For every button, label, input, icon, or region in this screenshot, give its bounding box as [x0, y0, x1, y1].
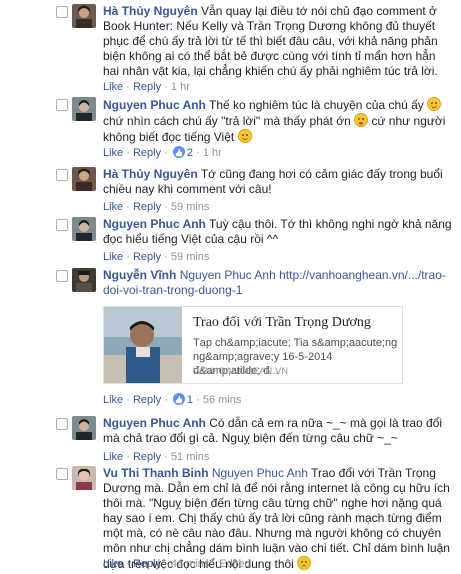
comment-timestamp[interactable]: 56 mins [203, 394, 242, 406]
comment-author[interactable]: Vu Thi Thanh Binh [103, 466, 209, 480]
avatar[interactable] [72, 416, 96, 440]
like-button[interactable]: Like [103, 558, 123, 570]
comment: Nguyen Phuc Anh Tuỳ cậu thôi. Tớ thì khô… [0, 217, 461, 263]
select-checkbox[interactable] [53, 466, 71, 480]
tagged-user[interactable]: Nguyen Phuc Anh [212, 466, 308, 480]
smile-emoji-icon [237, 129, 252, 143]
comment-timestamp[interactable]: 51 mins [171, 451, 210, 463]
comment-actions: Like · Reply · 59 mins [103, 201, 210, 213]
comment-author[interactable]: Nguyễn Vĩnh [103, 268, 176, 282]
reply-button[interactable]: Reply [133, 394, 161, 406]
avatar[interactable] [72, 4, 96, 28]
comment-timestamp[interactable]: 59 mins [171, 201, 210, 213]
like-button[interactable]: Like [103, 81, 123, 93]
comment-author[interactable]: Hà Thủy Nguyên [103, 4, 198, 18]
link-preview-image[interactable] [104, 307, 182, 383]
like-button[interactable]: Like [103, 251, 123, 263]
comment-text: Hà Thủy Nguyên Vẫn quay lại điều tớ nói … [103, 4, 453, 79]
edited-label[interactable]: Edited [219, 558, 250, 570]
comment-author[interactable]: Nguyen Phuc Anh [103, 98, 206, 112]
comment: Vu Thi Thanh Binh Nguyen Phuc Anh Trao đ… [0, 466, 461, 572]
like-count-icon[interactable] [172, 146, 185, 158]
select-checkbox[interactable] [53, 268, 71, 282]
comment: Hà Thủy Nguyên Tớ cũng đang hơi có cảm g… [0, 167, 461, 213]
comment-actions: Like · Reply · 1 · 56 mins [103, 393, 241, 407]
comment-body: Trao đổi với Trần Trọng Dương mà. Dẫn em… [103, 466, 450, 571]
like-button[interactable]: Like [103, 394, 123, 406]
like-button[interactable]: Like [103, 201, 123, 213]
tagged-user[interactable]: Nguyen Phuc Anh [180, 268, 276, 282]
comment-actions: Like · Reply · 44 mins · Edited [103, 558, 251, 570]
avatar[interactable] [72, 217, 96, 241]
comment-author[interactable]: Nguyen Phuc Anh [103, 416, 206, 430]
reply-button[interactable]: Reply [133, 451, 161, 463]
select-checkbox[interactable] [53, 416, 71, 430]
smile-emoji-icon [427, 97, 442, 111]
comment-actions: Like · Reply · 51 mins [103, 451, 210, 463]
select-checkbox[interactable] [53, 4, 71, 18]
comment-timestamp[interactable]: 1 hr [171, 81, 190, 93]
reply-button[interactable]: Reply [133, 201, 161, 213]
link-preview-card[interactable]: Trao đổi với Trần Trọng Dương Tạp ch&amp… [103, 306, 403, 384]
reply-button[interactable]: Reply [133, 251, 161, 263]
comment: Nguyễn Vĩnh Nguyen Phuc Anh http://vanho… [0, 268, 461, 408]
comment-actions: Like · Reply · 1 hr [103, 81, 190, 93]
avatar[interactable] [72, 466, 96, 490]
comment: Hà Thủy Nguyên Vẫn quay lại điều tớ nói … [0, 4, 461, 96]
comment-thread: Hà Thủy Nguyên Vẫn quay lại điều tớ nói … [0, 0, 461, 574]
select-checkbox[interactable] [53, 97, 71, 111]
comment-body: chứ nhìn cách chú ấy "trả lời" mà thấy p… [103, 114, 351, 128]
reply-button[interactable]: Reply [133, 147, 161, 159]
select-checkbox[interactable] [53, 217, 71, 231]
comment-text: Nguyễn Vĩnh Nguyen Phuc Anh http://vanho… [103, 268, 453, 298]
reply-button[interactable]: Reply [133, 81, 161, 93]
comment-author[interactable]: Hà Thủy Nguyên [103, 167, 198, 181]
tongue-emoji-icon [354, 113, 369, 127]
comment-text: Nguyen Phuc Anh Có dẫn cả em ra nữa ~_~ … [103, 416, 453, 446]
comment-text: Nguyen Phuc Anh Tuỳ cậu thôi. Tớ thì khô… [103, 217, 453, 247]
like-button[interactable]: Like [103, 451, 123, 463]
disappointed-emoji-icon [297, 556, 312, 570]
comment-text: Nguyen Phuc Anh Thế ko nghiêm túc là chu… [103, 97, 453, 145]
comment: Nguyen Phuc Anh Thế ko nghiêm túc là chu… [0, 97, 461, 161]
like-count[interactable]: 1 [187, 394, 193, 406]
like-count-icon[interactable] [172, 393, 185, 405]
like-count[interactable]: 2 [187, 147, 193, 159]
link-preview-title[interactable]: Trao đổi với Trần Trọng Dương [193, 315, 371, 331]
comment-author[interactable]: Nguyen Phuc Anh [103, 217, 206, 231]
select-checkbox[interactable] [53, 167, 71, 181]
like-button[interactable]: Like [103, 147, 123, 159]
comment-timestamp[interactable]: 59 mins [171, 251, 210, 263]
comment-body: Thế ko nghiêm túc là chuyện của chú ấy [209, 98, 424, 112]
comment-actions: Like · Reply · 59 mins [103, 251, 210, 263]
comment-timestamp[interactable]: 44 mins [171, 558, 210, 570]
comment-text: Vu Thi Thanh Binh Nguyen Phuc Anh Trao đ… [103, 466, 453, 572]
avatar[interactable] [72, 167, 96, 191]
comment-actions: Like · Reply · 2 · 1 hr [103, 146, 222, 160]
link-preview-domain: VANHOANGHEAN.VN [193, 366, 289, 376]
comment: Nguyen Phuc Anh Có dẫn cả em ra nữa ~_~ … [0, 416, 461, 463]
avatar[interactable] [72, 97, 96, 121]
avatar[interactable] [72, 268, 96, 292]
comment-text: Hà Thủy Nguyên Tớ cũng đang hơi có cảm g… [103, 167, 453, 197]
reply-button[interactable]: Reply [133, 558, 161, 570]
comment-timestamp[interactable]: 1 hr [203, 147, 222, 159]
